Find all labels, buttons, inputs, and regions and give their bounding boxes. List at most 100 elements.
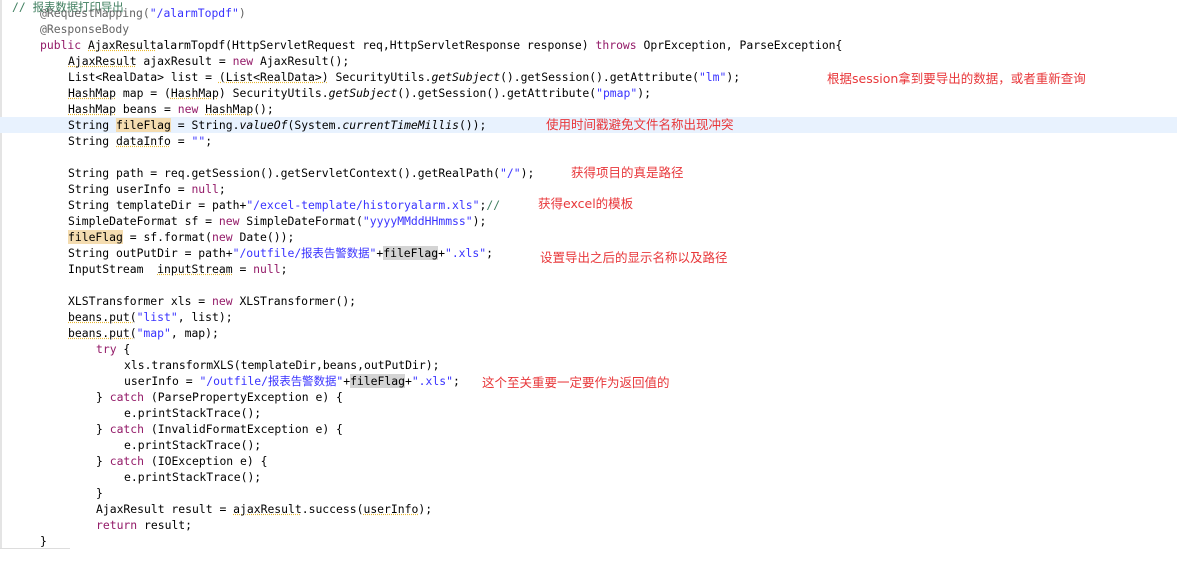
code-token: getSubject (431, 70, 501, 84)
annotation-timestamp: 使用时间戳避免文件名称出现冲突 (546, 117, 734, 132)
code-line[interactable]: } catch (IOException e) { (0, 453, 1177, 469)
code-line[interactable]: e.printStackTrace(); (0, 469, 1177, 485)
code-token: .success( (301, 502, 364, 516)
code-token: InputStream (68, 262, 158, 276)
code-line[interactable]: } catch (ParsePropertyException e) { (0, 389, 1177, 405)
code-token: null (253, 262, 281, 276)
code-token: HashMap (68, 86, 117, 100)
code-token: , list); (177, 310, 233, 324)
code-token: } (96, 422, 110, 436)
code-token: beans.put( (68, 326, 137, 340)
code-token: Date()); (232, 230, 295, 244)
code-token: e.printStackTrace(); (124, 438, 262, 452)
code-token: ); (418, 502, 433, 516)
code-token: "map" (136, 326, 171, 340)
code-token: { (116, 342, 131, 356)
code-token: String outPutDir = path+ (68, 246, 233, 260)
code-token: fileFlag (68, 230, 123, 244)
code-token: ); (637, 86, 651, 100)
code-token: ) (238, 6, 246, 20)
code-token: throws (595, 38, 637, 52)
code-token: @RequestMapping( (40, 6, 150, 20)
code-token: (); (253, 102, 274, 116)
code-token: = (232, 262, 254, 276)
code-token: new (177, 102, 199, 116)
code-token: ; (205, 134, 213, 148)
code-line[interactable]: HashMap map = (HashMap) SecurityUtils.ge… (0, 85, 1177, 101)
code-token: beans = (116, 102, 178, 116)
code-line[interactable]: AjaxResult result = ajaxResult.success(u… (0, 501, 1177, 517)
code-line[interactable]: SimpleDateFormat sf = new SimpleDateForm… (0, 213, 1177, 229)
code-token: = sf.format( (122, 230, 213, 244)
code-token: String (68, 118, 117, 132)
code-line[interactable]: e.printStackTrace(); (0, 437, 1177, 453)
code-token: map = ( (116, 86, 171, 100)
code-token: OprException, ParseException{ (636, 38, 843, 52)
code-line[interactable]: } (0, 485, 1177, 501)
code-line[interactable]: } (0, 533, 1177, 549)
code-line[interactable]: @RequestMapping("/alarmTopdf") (0, 5, 1177, 21)
code-token: null (191, 182, 219, 196)
code-token: List<RealData> list = (68, 70, 219, 84)
code-token: ajaxResult = (136, 54, 233, 68)
code-line[interactable]: xls.transformXLS(templateDir,beans,outPu… (0, 357, 1177, 373)
code-token: ().getSession().getAttribute( (397, 86, 597, 100)
annotation-output-name: 设置导出之后的显示名称以及路径 (540, 250, 728, 265)
code-token: ); (726, 70, 741, 84)
code-token: beans.put( (68, 310, 137, 324)
code-token: catch (109, 454, 145, 468)
code-token: xls.transformXLS(templateDir,beans,outPu… (124, 358, 440, 372)
code-token: ajaxResult (233, 502, 302, 516)
code-token: SecurityUtils. (328, 70, 432, 84)
code-line[interactable]: public AjaxResultalarmTopdf(HttpServletR… (0, 37, 1177, 53)
code-token: e.printStackTrace(); (124, 406, 262, 420)
code-line[interactable]: String userInfo = null; (0, 181, 1177, 197)
code-token: "/outfile/报表告警数据" (199, 374, 344, 388)
code-token: "/outfile/报表告警数据" (232, 246, 377, 260)
code-token: ".xls" (411, 374, 453, 388)
code-token: AjaxResult(); (253, 54, 350, 68)
code-token: + (438, 246, 445, 260)
code-line[interactable]: XLSTransformer xls = new XLSTransformer(… (0, 293, 1177, 309)
code-token: "/excel-template/historyalarm.xls" (246, 198, 480, 212)
code-token: = (170, 134, 192, 148)
code-token: currentTimeMillis (342, 118, 459, 132)
code-token: AjaxResult result = (96, 502, 234, 516)
code-token: "" (191, 134, 206, 148)
code-token: = String. (170, 118, 240, 132)
code-token: ); (520, 166, 535, 180)
code-line[interactable]: @ResponseBody (0, 21, 1177, 37)
code-token: "/" (500, 166, 521, 180)
code-token: ".xls" (444, 246, 487, 260)
code-line[interactable]: e.printStackTrace(); (0, 405, 1177, 421)
code-token: "lm" (698, 70, 727, 84)
code-token: result; (137, 518, 193, 532)
code-line[interactable]: try { (0, 341, 1177, 357)
code-line[interactable]: String dataInfo = ""; (0, 133, 1177, 149)
code-token: (List<RealData>) (218, 70, 329, 84)
code-token: fileFlag (383, 246, 439, 260)
code-token: HashMap (205, 102, 254, 116)
code-token: valueOf (239, 118, 288, 132)
code-token: // (486, 198, 501, 212)
code-token: String (68, 134, 117, 148)
code-token: AjaxResult (88, 38, 157, 52)
code-line[interactable]: fileFlag = sf.format(new Date()); (0, 229, 1177, 245)
code-line[interactable]: return result; (0, 517, 1177, 533)
code-token: ) SecurityUtils. (218, 86, 329, 100)
code-token: ()); (458, 118, 487, 132)
code-token: fileFlag (350, 374, 405, 388)
code-token: SimpleDateFormat( (239, 214, 363, 228)
code-line[interactable]: AjaxResult ajaxResult = new AjaxResult()… (0, 53, 1177, 69)
annotation-return-value: 这个至关重要一定要作为返回值的 (482, 375, 670, 390)
code-line[interactable]: beans.put("map", map); (0, 325, 1177, 341)
code-line[interactable]: beans.put("list", list); (0, 309, 1177, 325)
code-token: , map); (170, 326, 219, 340)
code-line[interactable]: HashMap beans = new HashMap(); (0, 101, 1177, 117)
code-token: ; (486, 246, 493, 260)
code-line[interactable]: } catch (InvalidFormatException e) { (0, 421, 1177, 437)
code-token: + (404, 374, 412, 388)
code-token: getSubject (328, 86, 398, 100)
code-token: HashMap (68, 102, 117, 116)
code-token: (System. (287, 118, 343, 132)
